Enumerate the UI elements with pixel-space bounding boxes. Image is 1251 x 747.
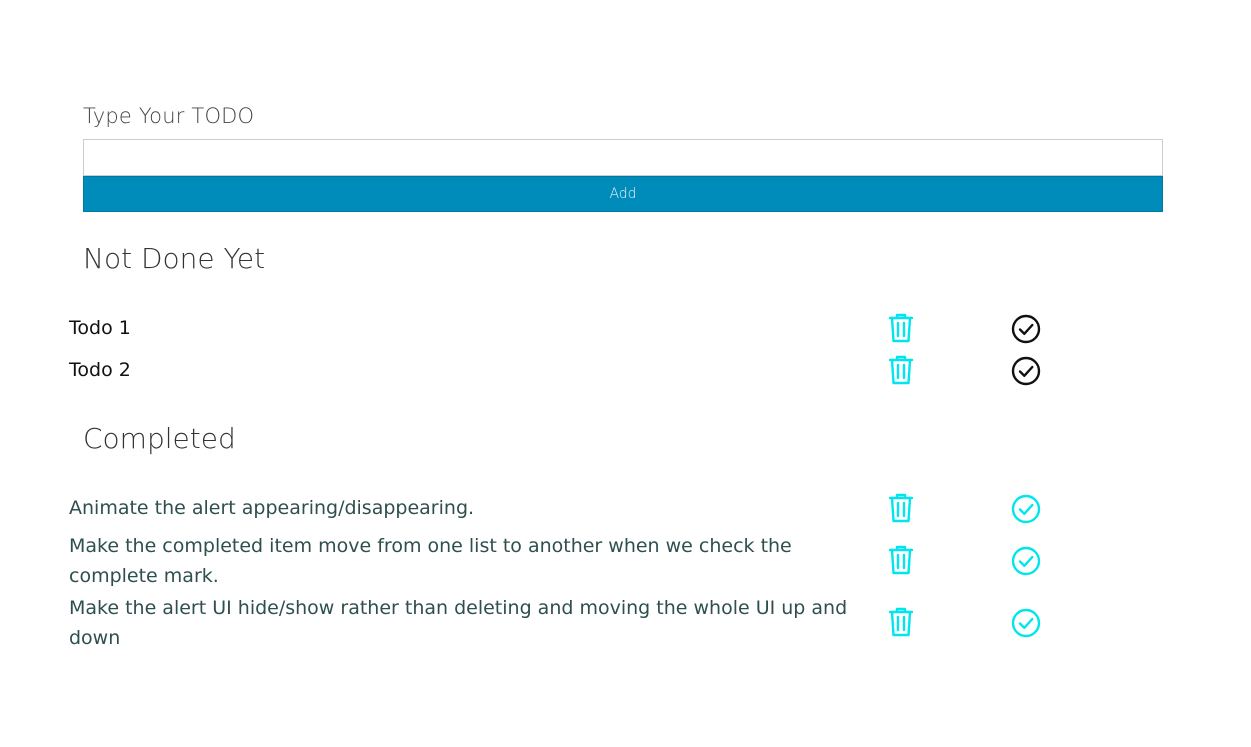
list-item: Make the alert UI hide/show rather than … [69, 593, 1069, 653]
check-circle-icon[interactable] [1010, 355, 1042, 387]
not-done-heading: Not Done Yet [83, 242, 266, 275]
trash-icon[interactable] [885, 354, 917, 386]
list-item: Todo 1 [69, 313, 1069, 345]
todo-text: Animate the alert appearing/disappearing… [69, 497, 475, 519]
trash-icon[interactable] [885, 606, 917, 638]
todo-text: Make the alert UI hide/show rather than … [69, 597, 848, 649]
todo-text: Make the completed item move from one li… [69, 535, 792, 587]
todo-text: Todo 1 [69, 317, 131, 339]
todo-text: Todo 2 [69, 359, 131, 381]
check-circle-icon[interactable] [1010, 545, 1042, 577]
list-item: Todo 2 [69, 355, 1069, 387]
list-item: Animate the alert appearing/disappearing… [69, 493, 1069, 525]
check-circle-icon[interactable] [1010, 607, 1042, 639]
check-circle-icon[interactable] [1010, 313, 1042, 345]
trash-icon[interactable] [885, 544, 917, 576]
add-button[interactable]: Add [83, 176, 1163, 212]
todo-input[interactable] [83, 139, 1163, 176]
list-item: Make the completed item move from one li… [69, 531, 1069, 591]
trash-icon[interactable] [885, 492, 917, 524]
check-circle-icon[interactable] [1010, 493, 1042, 525]
todo-input-label: Type Your TODO [83, 104, 255, 128]
completed-heading: Completed [83, 422, 236, 455]
trash-icon[interactable] [885, 312, 917, 344]
